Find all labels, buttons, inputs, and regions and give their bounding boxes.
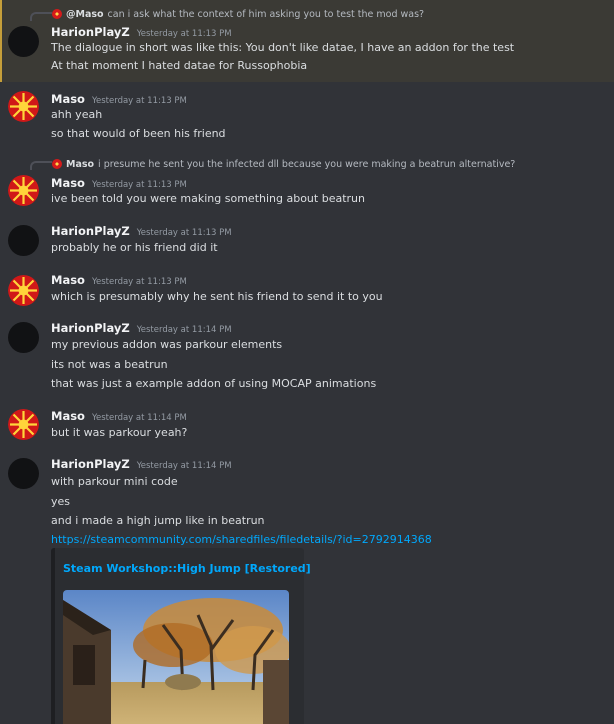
avatar[interactable] bbox=[8, 275, 39, 306]
reply-author[interactable]: @Maso bbox=[66, 9, 104, 20]
avatar[interactable] bbox=[8, 409, 39, 440]
message-text: that was just a example addon of using M… bbox=[51, 377, 377, 390]
message-text: At that moment I hated datae for Russoph… bbox=[51, 59, 308, 72]
avatar[interactable] bbox=[8, 458, 39, 489]
reply-preview[interactable]: @Maso can i ask what the context of him … bbox=[52, 7, 424, 21]
avatar[interactable] bbox=[8, 26, 39, 57]
message-header: Maso Yesterday at 11:13 PM bbox=[51, 176, 187, 191]
message-item[interactable]: Maso i presume he sent you the infected … bbox=[0, 155, 614, 215]
message-text: with parkour mini code bbox=[51, 475, 178, 488]
message-text: so that would of been his friend bbox=[51, 127, 226, 140]
avatar[interactable] bbox=[8, 175, 39, 206]
message-header: Maso Yesterday at 11:14 PM bbox=[51, 409, 187, 424]
reply-avatar bbox=[52, 159, 62, 169]
timestamp: Yesterday at 11:14 PM bbox=[136, 461, 232, 471]
message-text: but it was parkour yeah? bbox=[51, 426, 188, 439]
steam-link[interactable]: https://steamcommunity.com/sharedfiles/f… bbox=[51, 532, 432, 547]
timestamp: Yesterday at 11:13 PM bbox=[91, 96, 187, 106]
message-item[interactable]: Maso Yesterday at 11:13 PM which is pres… bbox=[0, 271, 614, 311]
author-name[interactable]: HarionPlayZ bbox=[51, 457, 130, 471]
author-name[interactable]: Maso bbox=[51, 409, 85, 423]
timestamp: Yesterday at 11:13 PM bbox=[91, 180, 187, 190]
message-text: my previous addon was parkour elements bbox=[51, 338, 283, 351]
author-name[interactable]: Maso bbox=[51, 273, 85, 287]
author-name[interactable]: Maso bbox=[51, 92, 85, 106]
reply-connector bbox=[30, 161, 52, 170]
timestamp: Yesterday at 11:14 PM bbox=[91, 413, 187, 423]
avatar[interactable] bbox=[8, 322, 39, 353]
avatar[interactable] bbox=[8, 91, 39, 122]
message-item[interactable]: Maso Yesterday at 11:14 PM but it was pa… bbox=[0, 407, 614, 447]
message-item[interactable]: HarionPlayZ Yesterday at 11:13 PM probab… bbox=[0, 222, 614, 262]
message-text: which is presumably why he sent his frie… bbox=[51, 290, 383, 303]
message-header: HarionPlayZ Yesterday at 11:13 PM bbox=[51, 25, 232, 40]
embed-image[interactable] bbox=[63, 590, 289, 724]
message-text: The dialogue in short was like this: You… bbox=[51, 41, 515, 54]
link-embed: Steam Workshop::High Jump [Restored] bbox=[51, 548, 311, 724]
reply-text[interactable]: can i ask what the context of him asking… bbox=[108, 9, 425, 20]
author-name[interactable]: HarionPlayZ bbox=[51, 25, 130, 39]
message-text: ahh yeah bbox=[51, 108, 103, 121]
reply-author[interactable]: Maso bbox=[66, 159, 94, 170]
timestamp: Yesterday at 11:13 PM bbox=[136, 228, 232, 238]
chat-messages: @Maso can i ask what the context of him … bbox=[0, 0, 614, 724]
reply-connector bbox=[30, 12, 52, 21]
message-text: yes bbox=[51, 495, 71, 508]
message-header: HarionPlayZ Yesterday at 11:13 PM bbox=[51, 224, 232, 239]
reply-text[interactable]: i presume he sent you the infected dll b… bbox=[98, 159, 515, 170]
timestamp: Yesterday at 11:13 PM bbox=[91, 277, 187, 287]
message-text: and i made a high jump like in beatrun bbox=[51, 514, 265, 527]
message-item[interactable]: @Maso can i ask what the context of him … bbox=[0, 0, 614, 82]
reply-preview[interactable]: Maso i presume he sent you the infected … bbox=[52, 157, 515, 171]
message-text: probably he or his friend did it bbox=[51, 241, 218, 254]
avatar[interactable] bbox=[8, 225, 39, 256]
author-name[interactable]: Maso bbox=[51, 176, 85, 190]
message-header: HarionPlayZ Yesterday at 11:14 PM bbox=[51, 457, 232, 472]
embed-title[interactable]: Steam Workshop::High Jump [Restored] bbox=[63, 562, 311, 575]
message-item[interactable]: HarionPlayZ Yesterday at 11:14 PM my pre… bbox=[0, 320, 614, 395]
message-header: HarionPlayZ Yesterday at 11:14 PM bbox=[51, 321, 232, 336]
message-text: its not was a beatrun bbox=[51, 358, 168, 371]
message-item[interactable]: Maso Yesterday at 11:13 PM ahh yeah so t… bbox=[0, 88, 614, 148]
message-text: ive been told you were making something … bbox=[51, 192, 365, 205]
reply-avatar bbox=[52, 9, 62, 19]
message-header: Maso Yesterday at 11:13 PM bbox=[51, 273, 187, 288]
author-name[interactable]: HarionPlayZ bbox=[51, 224, 130, 238]
timestamp: Yesterday at 11:14 PM bbox=[136, 325, 232, 335]
author-name[interactable]: HarionPlayZ bbox=[51, 321, 130, 335]
message-header: Maso Yesterday at 11:13 PM bbox=[51, 92, 187, 107]
timestamp: Yesterday at 11:13 PM bbox=[136, 29, 232, 39]
